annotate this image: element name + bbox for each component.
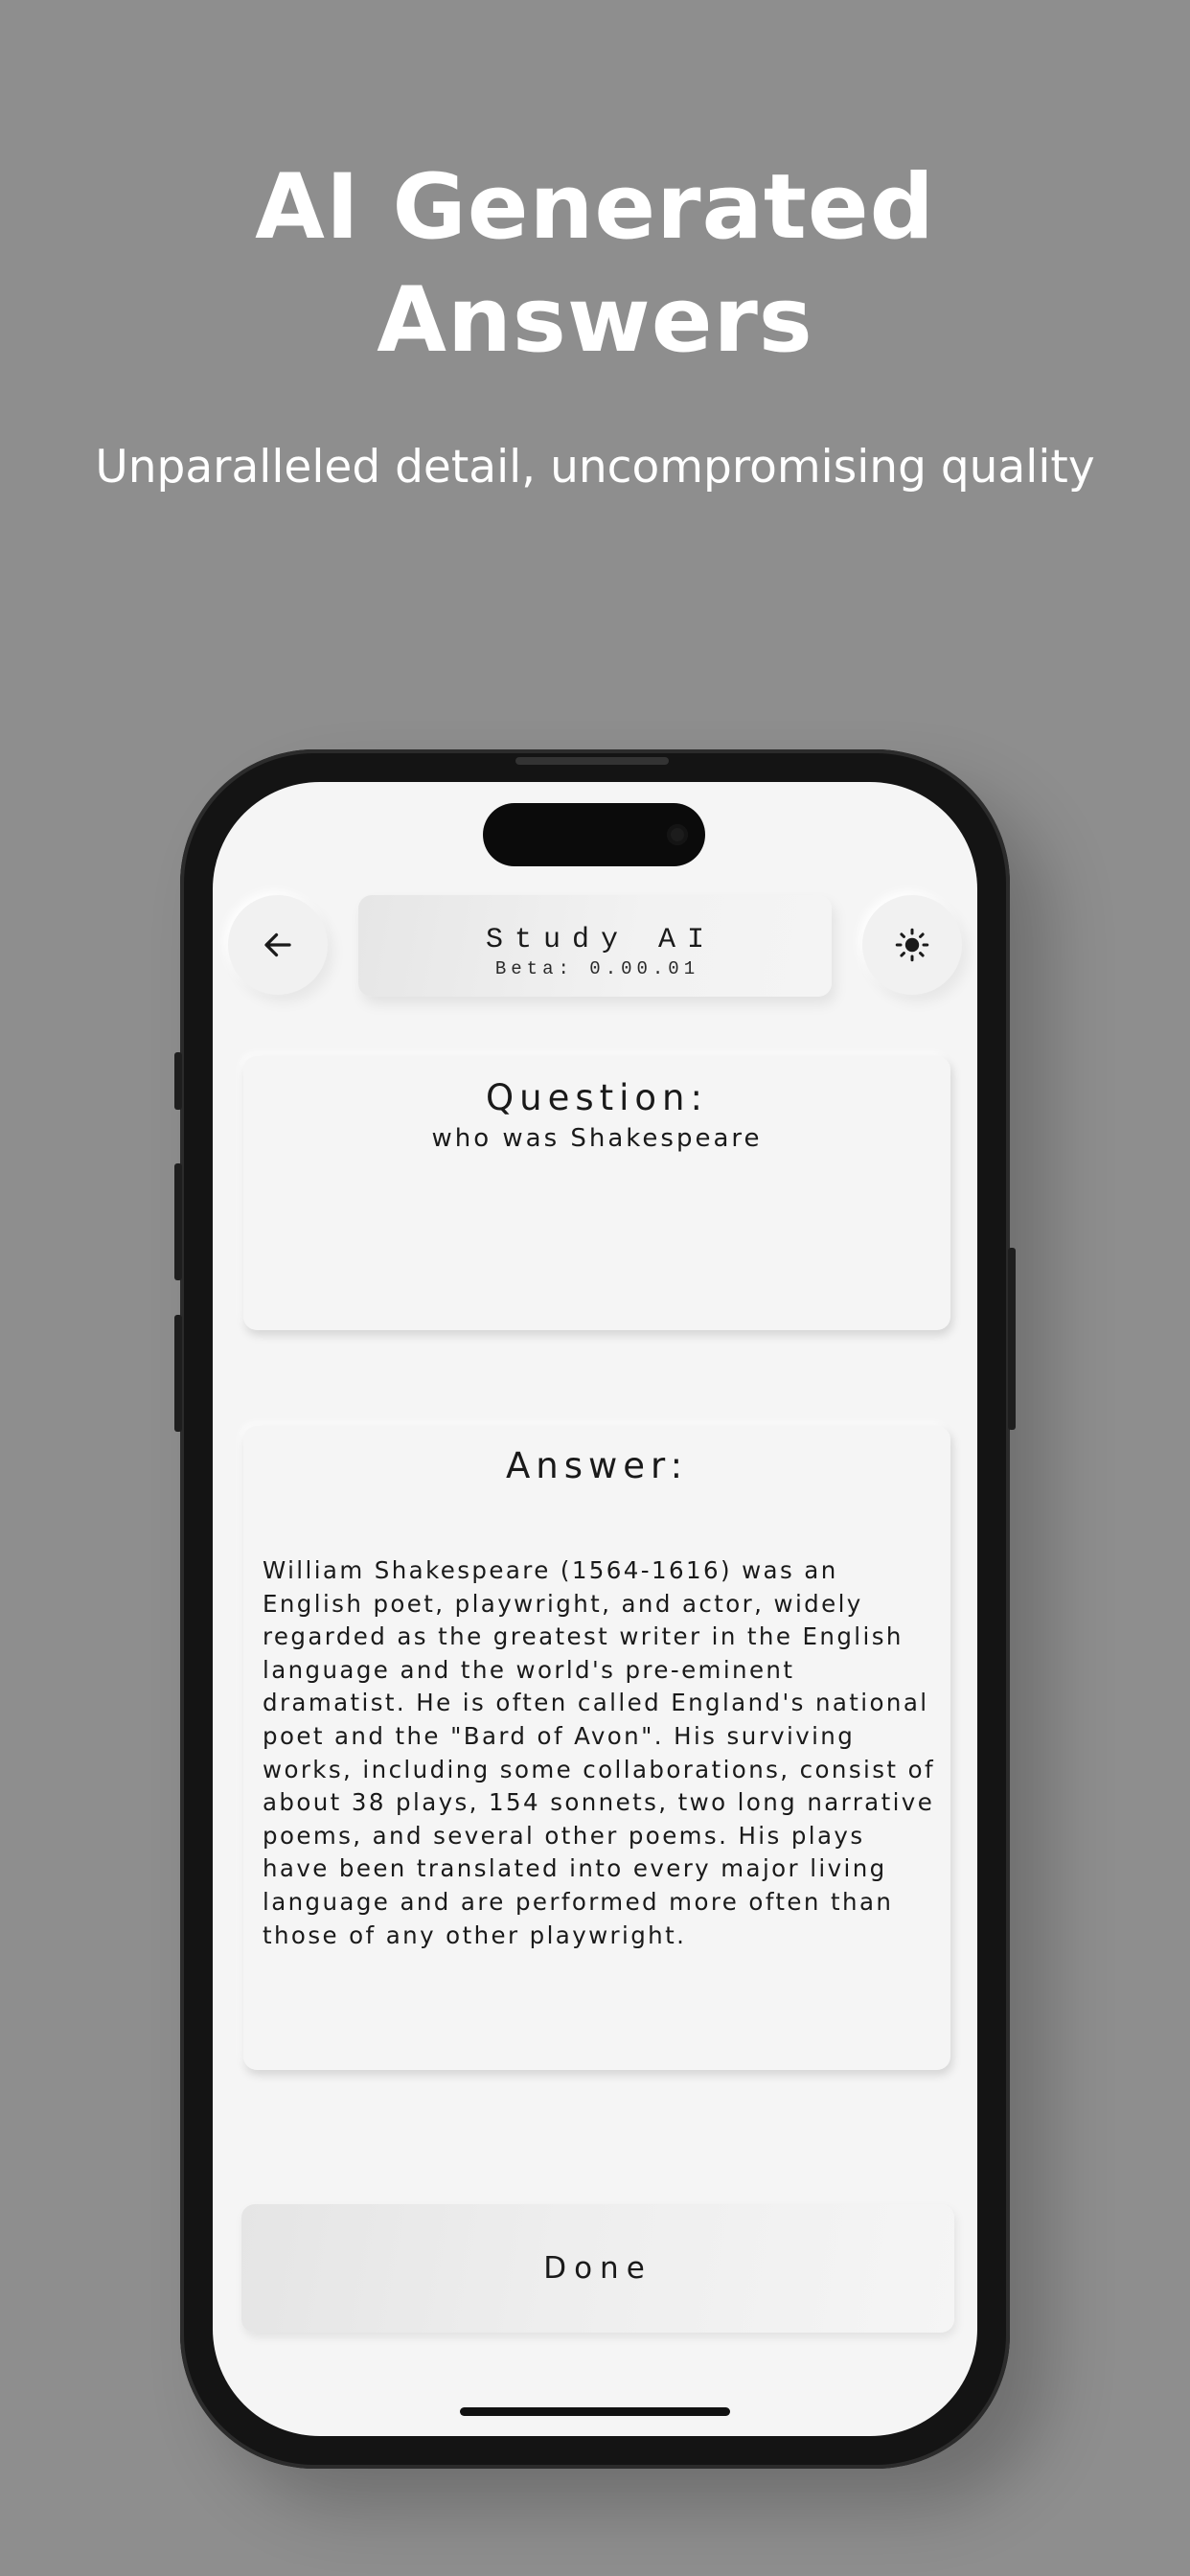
question-heading: Question: bbox=[486, 1077, 708, 1118]
question-card: Question: who was Shakespeare bbox=[243, 1056, 950, 1330]
phone-volume-down-button bbox=[174, 1315, 182, 1432]
arrow-left-icon bbox=[264, 932, 291, 957]
home-indicator[interactable] bbox=[460, 2407, 730, 2416]
question-text: who was Shakespeare bbox=[431, 1124, 763, 1153]
phone-screen: Study AI Beta: 0.00.01 Question: who was… bbox=[213, 782, 977, 2436]
hero-subtitle: Unparalleled detail, uncompromising qual… bbox=[95, 441, 1095, 494]
hero-title-line2: Answers bbox=[377, 268, 813, 373]
phone-action-button bbox=[174, 1052, 182, 1110]
app-version: Beta: 0.00.01 bbox=[494, 958, 700, 979]
camera-lens-icon bbox=[667, 824, 688, 845]
answer-text: William Shakespeare (1564-1616) was an E… bbox=[263, 1556, 935, 1949]
phone-power-button bbox=[1008, 1248, 1016, 1430]
app-title: Study AI bbox=[485, 924, 717, 956]
done-button[interactable]: Done bbox=[241, 2204, 954, 2333]
phone-frame: Study AI Beta: 0.00.01 Question: who was… bbox=[174, 749, 1016, 2469]
theme-toggle-button[interactable] bbox=[862, 895, 962, 995]
hero-title: AI Generated Answers bbox=[0, 151, 1190, 378]
app-title-card: Study AI Beta: 0.00.01 bbox=[358, 895, 832, 997]
phone-volume-up-button bbox=[174, 1163, 182, 1280]
sun-icon bbox=[895, 928, 929, 962]
dynamic-island bbox=[483, 803, 705, 866]
answer-heading: Answer: bbox=[505, 1445, 689, 1486]
hero-title-line1: AI Generated bbox=[255, 155, 935, 260]
answer-card: Answer: William Shakespeare (1564-1616) … bbox=[243, 1426, 950, 2070]
phone-speaker-slit bbox=[515, 757, 669, 765]
back-button[interactable] bbox=[228, 895, 328, 995]
